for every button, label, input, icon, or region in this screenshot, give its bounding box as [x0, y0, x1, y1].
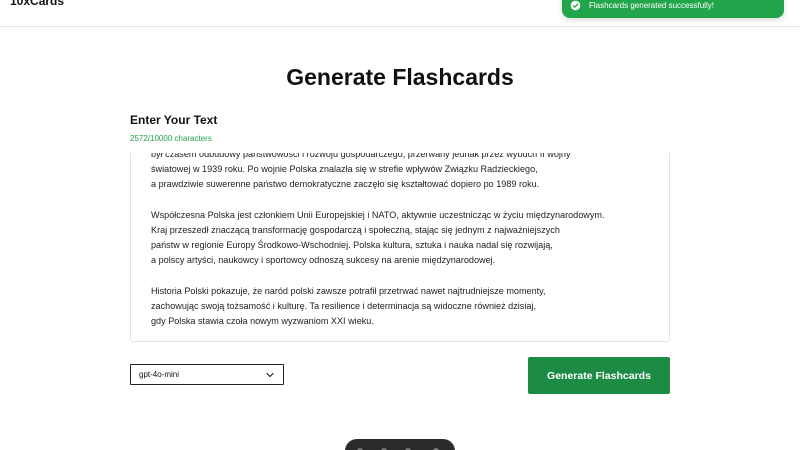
- text-line: [151, 269, 661, 284]
- model-select-value: gpt-4o-mini: [139, 370, 180, 379]
- text-line: światowej w 1939 roku. Po wojnie Polska …: [151, 164, 538, 175]
- text-line: państw w regionie Europy Środkowo-Wschod…: [151, 240, 553, 251]
- page-title: Generate Flashcards: [286, 64, 514, 90]
- text-line: Historia Polski pokazuje, że naród polsk…: [151, 285, 546, 296]
- character-counter: 2572/10000 characters: [130, 134, 212, 143]
- text-line: [151, 193, 661, 208]
- generate-flashcards-button[interactable]: Generate Flashcards: [528, 357, 670, 394]
- text-line: a prawdziwie suwerenne państwo demokraty…: [151, 179, 540, 190]
- floating-toolbar[interactable]: [345, 439, 455, 450]
- source-text-content[interactable]: był czasem odbudowy państwowości i rozwo…: [151, 153, 661, 329]
- text-line: Współczesna Polska jest członkiem Unii E…: [151, 209, 605, 220]
- text-line: był czasem odbudowy państwowości i rozwo…: [151, 153, 571, 159]
- source-text-area[interactable]: był czasem odbudowy państwowości i rozwo…: [130, 153, 670, 342]
- brand-logo[interactable]: 10xCards: [10, 0, 64, 8]
- text-line: Kraj przeszedł znaczącą transformację go…: [151, 225, 560, 236]
- success-toast: Flashcards generated successfully!: [562, 0, 784, 18]
- input-label: Enter Your Text: [130, 113, 218, 127]
- model-select[interactable]: gpt-4o-mini: [130, 364, 284, 385]
- check-circle-icon: [570, 0, 581, 11]
- toast-message: Flashcards generated successfully!: [589, 0, 714, 10]
- text-line: a polscy artyści, naukowcy i sportowcy o…: [151, 255, 496, 266]
- chevron-down-icon: [265, 370, 275, 380]
- text-line: gdy Polska stawia czoła nowym wyzwaniom …: [151, 316, 374, 327]
- text-line: zachowując swoją tożsamość i kulturę. Ta…: [151, 301, 536, 312]
- page: 10xCards Flashcards generated successful…: [0, 0, 800, 450]
